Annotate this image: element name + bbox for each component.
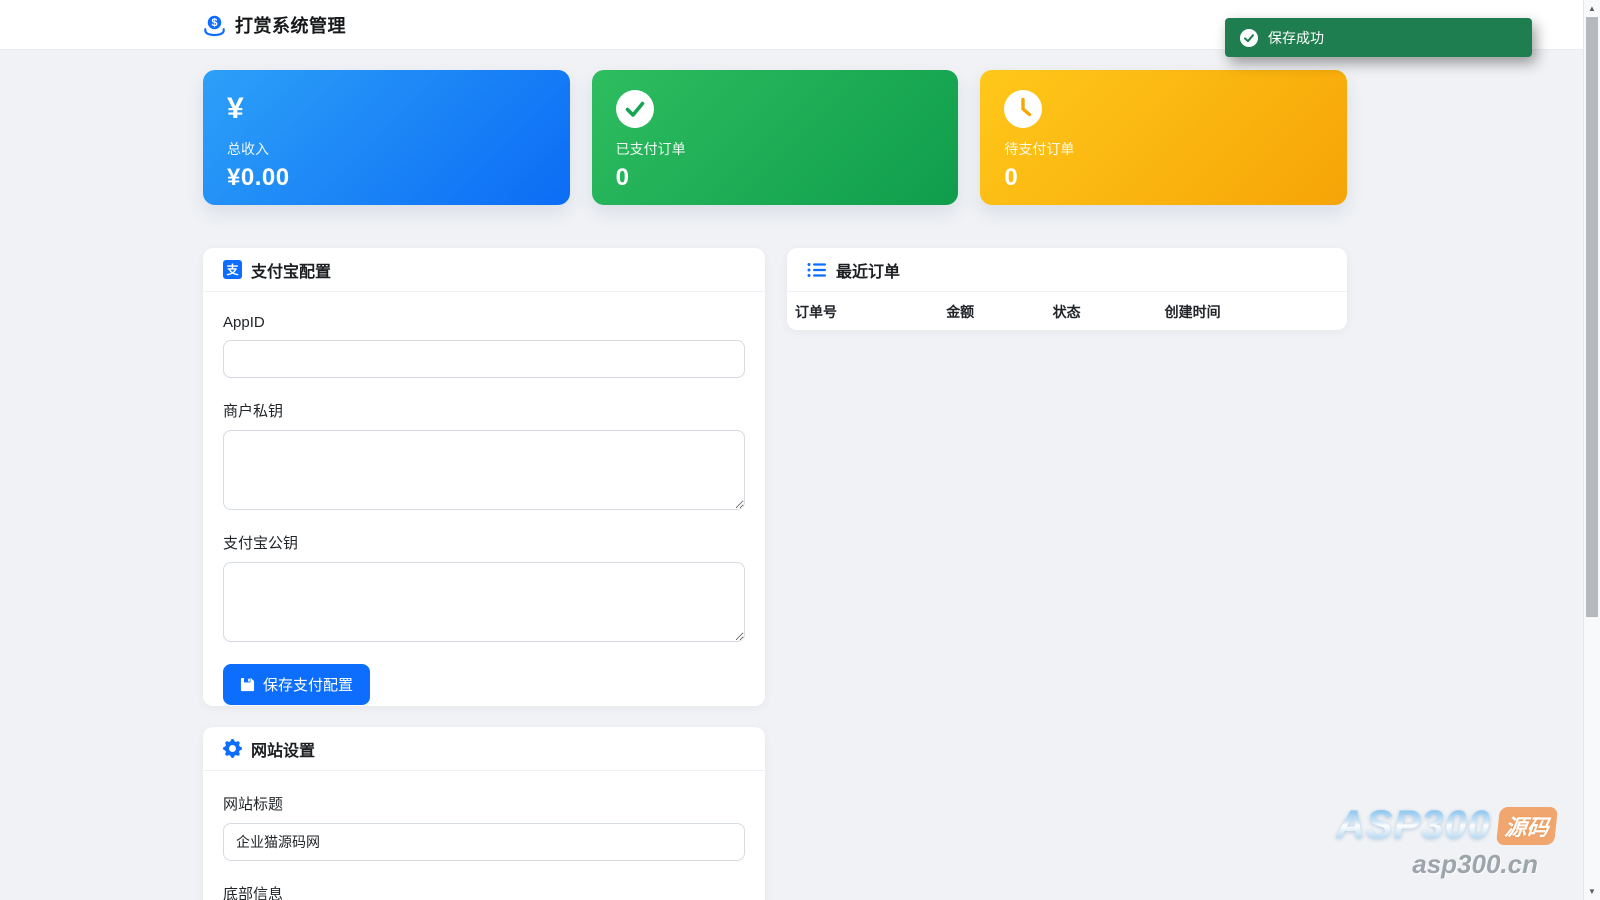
watermark-badge: 源码 (1495, 806, 1558, 845)
appid-label: AppID (223, 314, 265, 331)
stats-row: ¥ 总收入 ¥0.00 已支付订单 0 待支付订单 0 (203, 70, 1348, 205)
save-payment-config-button[interactable]: 保存支付配置 (223, 664, 371, 705)
orders-panel-header: 最近订单 (787, 248, 1347, 292)
site-panel-header: 网站设置 (203, 727, 765, 771)
col-status: 状态 (1044, 292, 1157, 330)
site-title-label: 网站标题 (223, 796, 284, 813)
scrollbar-down-arrow[interactable]: ▼ (1584, 884, 1600, 899)
svg-text:$: $ (212, 17, 218, 29)
alipay-public-key-textarea[interactable] (223, 562, 745, 642)
alipay-panel-title: 支付宝配置 (251, 263, 332, 281)
site-settings-panel: 网站设置 网站标题 底部信息 (203, 727, 765, 900)
cash-coin-icon: $ (204, 15, 225, 36)
stat-label: 总收入 (227, 141, 269, 157)
check-circle-icon (1240, 28, 1258, 47)
yen-icon: ¥ (227, 92, 244, 125)
brand: $ 打赏系统管理 (203, 0, 346, 50)
alipay-icon: 支 (223, 260, 242, 279)
stat-label: 已支付订单 (615, 141, 686, 157)
toast-success: 保存成功 (1225, 18, 1532, 57)
stat-card-paid-orders: 已支付订单 0 (591, 70, 959, 205)
stat-label: 待支付订单 (1004, 141, 1075, 157)
site-title-input[interactable] (223, 823, 745, 861)
alipay-panel-body: AppID 商户私钥 支付宝公钥 保存支付配置 (203, 292, 765, 723)
alipay-public-key-label: 支付宝公钥 (223, 535, 299, 552)
orders-table-header-row: 订单号 金额 状态 创建时间 (787, 292, 1347, 330)
orders-panel-title: 最近订单 (836, 263, 901, 281)
site-panel-body: 网站标题 底部信息 (203, 771, 765, 900)
toast-message: 保存成功 (1268, 29, 1324, 46)
scrollbar-thumb[interactable] (1586, 17, 1598, 617)
check-circle-icon (615, 90, 935, 128)
footer-info-label: 底部信息 (223, 886, 284, 900)
alipay-config-panel: 支 支付宝配置 AppID 商户私钥 支付宝公钥 保存支付配置 (203, 248, 765, 706)
site-panel-title: 网站设置 (251, 742, 316, 760)
appid-group: AppID (223, 314, 745, 378)
footer-info-group: 底部信息 (223, 883, 745, 900)
stat-card-pending-orders: 待支付订单 0 (980, 70, 1348, 205)
alipay-panel-header: 支 支付宝配置 (203, 248, 765, 292)
appid-input[interactable] (223, 340, 745, 378)
orders-table: 订单号 金额 状态 创建时间 (787, 292, 1347, 330)
recent-orders-panel: 最近订单 订单号 金额 状态 创建时间 (787, 248, 1347, 330)
watermark-domain: asp300.cn (1412, 849, 1538, 879)
stat-value: 0 (615, 164, 630, 191)
merchant-private-key-label: 商户私钥 (223, 403, 284, 420)
alipay-public-key-group: 支付宝公钥 (223, 532, 745, 642)
site-title-group: 网站标题 (223, 793, 745, 861)
col-order-id: 订单号 (787, 292, 939, 330)
stat-value: 0 (1004, 164, 1019, 191)
save-payment-config-label: 保存支付配置 (263, 677, 354, 694)
stat-value: ¥0.00 (227, 164, 290, 191)
gear-icon (223, 739, 242, 758)
main-content: ¥ 总收入 ¥0.00 已支付订单 0 待支付订单 0 支 支付宝配置 AppI… (203, 0, 1348, 900)
watermark-brand: ASP300 (1336, 803, 1491, 847)
app-title: 打赏系统管理 (235, 16, 346, 36)
vertical-scrollbar[interactable]: ▲ ▼ (1583, 0, 1600, 900)
watermark-brand-row: ASP300 源码 (1336, 803, 1558, 848)
save-icon (240, 677, 255, 692)
dashboard-page: $ 打赏系统管理 ¥ 总收入 ¥0.00 已支付订单 0 待支付订单 0 支 支… (0, 0, 1600, 900)
col-amount: 金额 (938, 292, 1045, 330)
merchant-private-key-textarea[interactable] (223, 430, 745, 510)
merchant-private-key-group: 商户私钥 (223, 400, 745, 510)
list-icon (807, 262, 826, 277)
col-created-at: 创建时间 (1156, 292, 1347, 330)
scrollbar-up-arrow[interactable]: ▲ (1584, 1, 1600, 16)
watermark: ASP300 源码 asp300.cn (1336, 803, 1558, 880)
stat-card-revenue: ¥ 总收入 ¥0.00 (203, 70, 570, 205)
clock-icon (1004, 90, 1323, 128)
